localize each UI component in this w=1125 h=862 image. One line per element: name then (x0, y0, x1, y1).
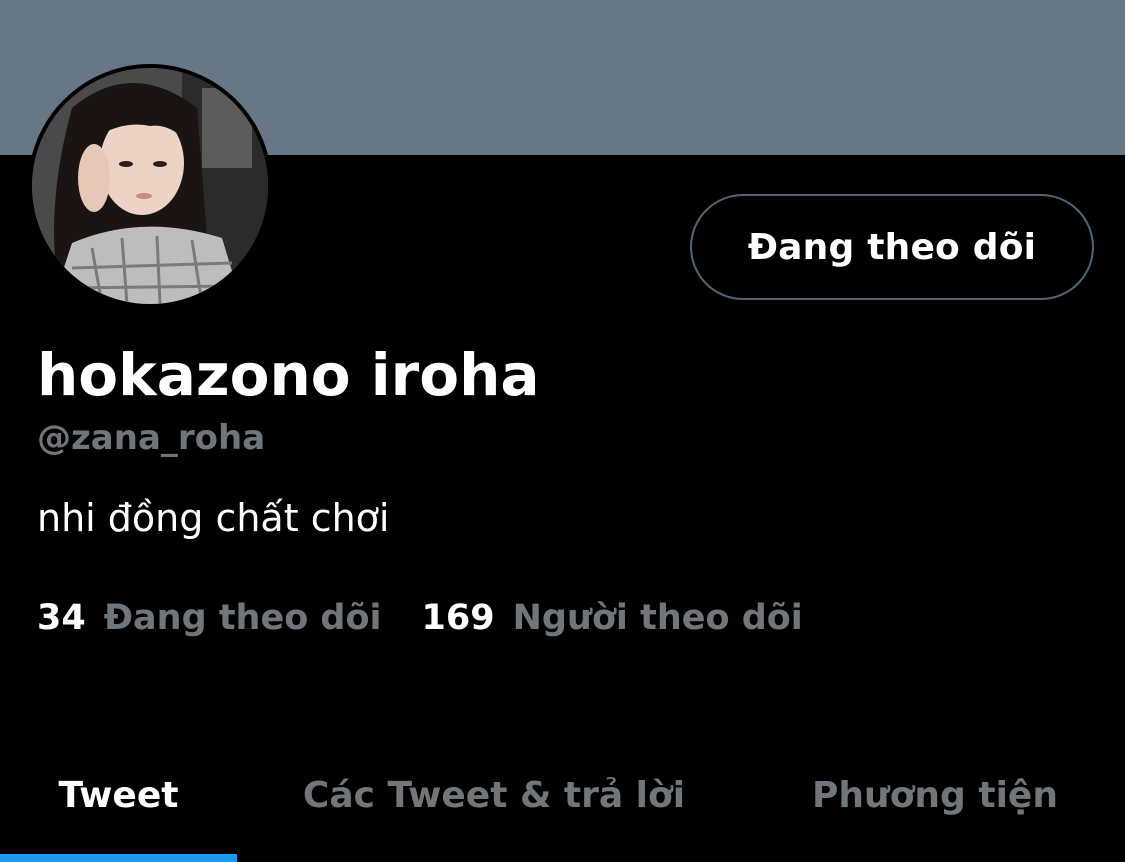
followers-count: 169 (421, 598, 495, 638)
profile-page: Đang theo dõi hokazono iroha @zana_roha … (0, 0, 1125, 862)
followers-stat-link[interactable]: 169 Người theo dõi (422, 598, 803, 638)
following-label: Đang theo dõi (103, 598, 382, 638)
active-tab-indicator (0, 854, 237, 862)
followers-label: Người theo dõi (512, 598, 803, 638)
profile-avatar[interactable] (28, 64, 272, 308)
tab-media[interactable]: Phương tiện (790, 740, 1080, 850)
following-count: 34 (37, 598, 86, 638)
profile-tabs: Tweet Các Tweet & trả lời Phương tiện (0, 740, 1125, 862)
following-stat-link[interactable]: 34 Đang theo dõi (37, 598, 382, 638)
tab-tweets[interactable]: Tweet (0, 740, 237, 850)
avatar-photo-icon (32, 68, 268, 304)
tab-tweets-and-replies[interactable]: Các Tweet & trả lời (264, 740, 724, 850)
follow-stats: 34 Đang theo dõi 169 Người theo dõi (37, 592, 803, 644)
profile-bio: nhi đồng chất chơi (37, 496, 390, 540)
following-button[interactable]: Đang theo dõi (690, 194, 1094, 300)
user-handle: @zana_roha (37, 418, 266, 458)
display-name: hokazono iroha (37, 341, 540, 409)
